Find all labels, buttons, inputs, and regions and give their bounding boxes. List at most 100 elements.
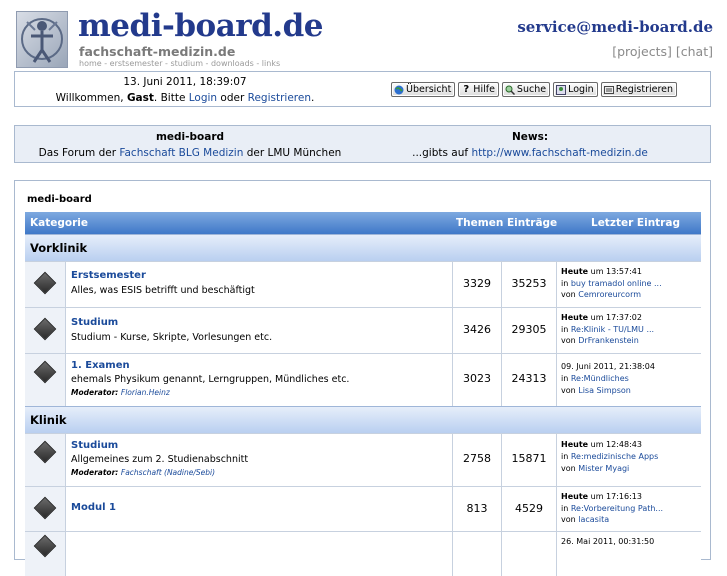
help-button[interactable]: ? Hilfe	[458, 82, 499, 97]
search-button[interactable]: Suche	[501, 82, 551, 97]
threads-count: 3023	[463, 372, 491, 385]
login-button[interactable]: Login	[553, 82, 598, 97]
last-post-date: Heute um 17:37:02	[561, 312, 642, 324]
board-row: 26. Mai 2011, 00:31:50	[25, 531, 701, 576]
overview-button[interactable]: Übersicht	[391, 82, 456, 97]
last-post-in: in	[561, 503, 571, 513]
greet-or: oder	[217, 92, 248, 104]
site-nav[interactable]: home - erstsemester - studium - download…	[79, 59, 280, 68]
news-link[interactable]: http://www.fachschaft-medizin.de	[471, 147, 647, 159]
entries-count: 4529	[515, 502, 543, 515]
board-status-icon	[33, 271, 57, 295]
last-post-in: in	[561, 278, 571, 288]
welcome-box: 13. Juni 2011, 18:39:07 Willkommen, Gast…	[14, 71, 711, 107]
moderator-link[interactable]: Fachschaft (Nadine/Sebi)	[121, 468, 215, 477]
greet-prefix: Willkommen,	[55, 92, 127, 104]
category-klinik[interactable]: Klinik	[25, 406, 701, 433]
last-post-user-link[interactable]: Mister Myagi	[578, 464, 629, 473]
board-description: Allgemeines zum 2. Studienabschnitt	[71, 454, 249, 465]
moderator-link[interactable]: Florian.Heinz	[121, 388, 170, 397]
globe-icon	[394, 85, 404, 94]
threads-count: 813	[466, 502, 488, 515]
last-post-in: in	[561, 452, 571, 461]
last-post-user-link[interactable]: Cemroreurcorm	[578, 290, 641, 299]
last-post-time: um 13:57:41	[588, 267, 642, 276]
fachschaft-link[interactable]: Fachschaft BLG Medizin	[119, 147, 243, 159]
board-row: Erstsemester Alles, was ESIS betrifft un…	[25, 261, 701, 307]
last-post-user-line: von Lisa Simpson	[561, 385, 631, 397]
welcome-message: Willkommen, Gast. Bitte Login oder Regis…	[15, 92, 355, 104]
board-status-icon	[33, 496, 57, 520]
board-info	[65, 532, 452, 576]
last-post-time: um 17:16:13	[588, 492, 642, 501]
board-link[interactable]: Modul 1	[71, 502, 116, 513]
board-description: Studium - Kurse, Skripte, Vorlesungen et…	[71, 332, 273, 343]
login-link[interactable]: Login	[189, 92, 217, 104]
info-news-prefix: ...gibts auf	[412, 147, 472, 159]
chat-link[interactable]: chat	[681, 44, 708, 59]
greet-mid: . Bitte	[153, 92, 189, 104]
last-post-topic-link[interactable]: Re:Klinik - TU/LMU ...	[571, 325, 654, 334]
board-entries	[501, 532, 556, 576]
board-status-icon	[33, 534, 57, 558]
guest-name: Gast	[126, 92, 154, 104]
entries-count: 35253	[511, 277, 547, 290]
last-post-date: 26. Mai 2011, 00:31:50	[561, 536, 654, 548]
contact-email-link[interactable]: service@medi-board.de	[517, 18, 713, 36]
search-icon	[505, 85, 515, 95]
category-vorklinik[interactable]: Vorklinik	[25, 234, 701, 261]
board-link[interactable]: Studium	[71, 317, 118, 328]
board-icon-cell	[25, 262, 65, 307]
last-post-user-line: von lacasita	[561, 514, 609, 526]
main-toolbar: Übersicht ? Hilfe Suche Login Registrier…	[391, 82, 678, 97]
board-info: Studium Allgemeines zum 2. Studienabschn…	[65, 434, 452, 486]
last-post-by: von	[561, 290, 579, 299]
entries-count: 15871	[511, 452, 547, 465]
col-threads: Themen	[456, 217, 504, 229]
board-entries: 29305	[501, 308, 556, 353]
info-news-text: ...gibts auf http://www.fachschaft-mediz…	[355, 147, 705, 159]
board-icon-cell	[25, 487, 65, 531]
board-row: Modul 1 813 4529 Heute um 17:16:13 in Re…	[25, 486, 701, 531]
last-post-date: Heute um 12:48:43	[561, 439, 642, 451]
last-post-topic-link[interactable]: Re:medizinische Apps	[571, 452, 658, 461]
site-subtitle[interactable]: fachschaft-medizin.de	[79, 44, 235, 59]
last-post-topic-line: in Re:medizinische Apps	[561, 451, 658, 463]
last-post-user-line: von Mister Myagi	[561, 463, 629, 475]
register-button[interactable]: Registrieren	[600, 82, 678, 97]
board-link[interactable]: Studium	[71, 440, 118, 451]
greet-end: .	[310, 92, 315, 104]
board-status-icon	[33, 360, 57, 384]
board-link[interactable]: 1. Examen	[71, 360, 130, 371]
register-link[interactable]: Registrieren	[248, 92, 311, 104]
last-post-topic-line: in buy tramadol online ...	[561, 278, 662, 290]
board-icon-cell	[25, 308, 65, 353]
last-post-user-link[interactable]: Lisa Simpson	[578, 386, 631, 395]
info-box: medi-board Das Forum der Fachschaft BLG …	[14, 125, 711, 163]
site-logo[interactable]	[16, 11, 68, 68]
board-row: 1. Examen ehemals Physikum genannt, Lern…	[25, 353, 701, 406]
last-post-time: 09. Juni 2011, 21:38:04	[561, 362, 655, 371]
last-post-user-link[interactable]: DrFrankenstein	[578, 336, 639, 345]
last-post-date: Heute um 13:57:41	[561, 266, 642, 278]
help-label: Hilfe	[473, 84, 495, 95]
col-category: Kategorie	[30, 217, 88, 229]
board-entries: 4529	[501, 487, 556, 531]
last-post-topic-link[interactable]: Re:Mündliches	[571, 374, 629, 383]
board-status-icon	[33, 440, 57, 464]
board-link[interactable]: Erstsemester	[71, 270, 146, 281]
site-title[interactable]: medi-board.de	[78, 8, 323, 44]
last-post-user-link[interactable]: lacasita	[578, 515, 609, 524]
board-status-icon	[33, 317, 57, 341]
overview-label: Übersicht	[406, 84, 452, 95]
last-post-topic-link[interactable]: buy tramadol online ...	[571, 279, 662, 288]
entries-count: 24313	[511, 372, 547, 385]
info-forum-suffix: der LMU München	[243, 147, 342, 159]
last-post-by: von	[561, 515, 579, 524]
board-threads: 2758	[452, 434, 501, 486]
board-table: Kategorie Themen Einträge Letzter Eintra…	[25, 212, 701, 576]
projects-link[interactable]: projects	[617, 44, 667, 59]
last-post-date: 09. Juni 2011, 21:38:04	[561, 361, 655, 373]
moderator-label: Moderator:	[71, 388, 121, 397]
last-post-topic-link[interactable]: Re:Vorbereitung Path...	[571, 504, 663, 513]
